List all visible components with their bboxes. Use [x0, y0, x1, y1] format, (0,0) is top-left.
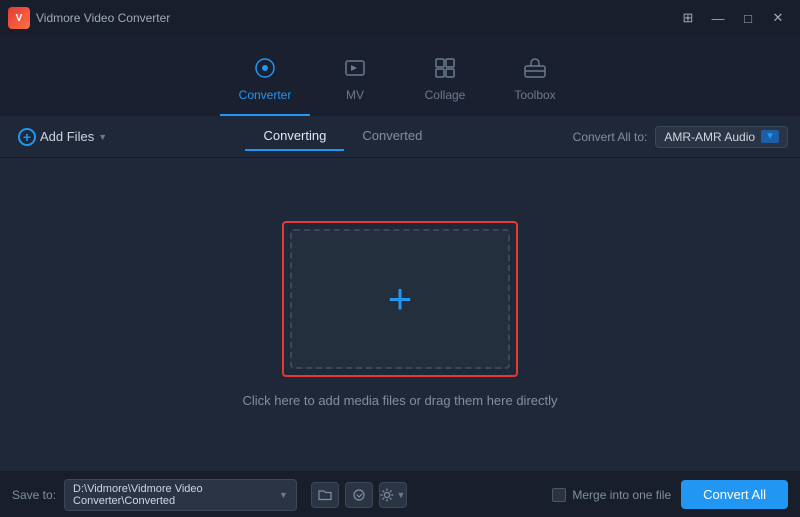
sub-tab-converting-label: Converting	[263, 128, 326, 143]
title-bar: V Vidmore Video Converter ⊞ — □ ✕	[0, 0, 800, 36]
add-files-dropdown-arrow: ▼	[98, 132, 107, 142]
settings-button[interactable]: ▼	[379, 482, 407, 508]
toolbar-center: Converting Converted	[245, 122, 440, 151]
footer: Save to: D:\Vidmore\Vidmore Video Conver…	[0, 471, 800, 517]
nav-tab-converter[interactable]: Converter	[220, 44, 310, 116]
drop-zone-inner[interactable]: +	[290, 229, 510, 369]
convert-all-to-label: Convert All to:	[573, 130, 648, 144]
app-logo: V	[8, 7, 30, 29]
nav-tab-converter-label: Converter	[239, 88, 292, 102]
nav-tab-collage[interactable]: Collage	[400, 44, 490, 116]
merge-checkbox[interactable]	[552, 488, 566, 502]
sub-tab-converted-label: Converted	[362, 128, 422, 143]
converter-icon	[253, 56, 277, 84]
collage-icon	[433, 56, 457, 84]
save-path-text: D:\Vidmore\Vidmore Video Converter\Conve…	[73, 483, 273, 507]
nav-bar: Converter MV Collage	[0, 36, 800, 116]
maximize-button[interactable]: □	[734, 7, 762, 29]
chat-button[interactable]: ⊞	[674, 7, 702, 29]
format-label: AMR-AMR Audio	[664, 130, 755, 144]
merge-label: Merge into one file	[572, 488, 671, 502]
save-path-dropdown-arrow: ▼	[279, 490, 288, 500]
convert-all-button[interactable]: Convert All	[681, 480, 788, 509]
nav-tab-toolbox[interactable]: Toolbox	[490, 44, 580, 116]
toolbar-right: Convert All to: AMR-AMR Audio ▼	[573, 126, 788, 148]
main-content: + Click here to add media files or drag …	[0, 158, 800, 471]
sub-tab-converted[interactable]: Converted	[344, 122, 440, 151]
mv-icon	[343, 56, 367, 84]
save-path-selector[interactable]: D:\Vidmore\Vidmore Video Converter\Conve…	[64, 479, 297, 511]
save-to-label: Save to:	[12, 488, 56, 502]
title-bar-controls: ⊞ — □ ✕	[674, 7, 792, 29]
merge-checkbox-area[interactable]: Merge into one file	[552, 488, 671, 502]
nav-tab-toolbox-label: Toolbox	[514, 88, 555, 102]
add-files-button[interactable]: + Add Files ▼	[12, 124, 113, 150]
preview-button[interactable]	[345, 482, 373, 508]
close-button[interactable]: ✕	[764, 7, 792, 29]
nav-tab-collage-label: Collage	[425, 88, 466, 102]
toolbar-left: + Add Files ▼	[12, 124, 113, 150]
add-files-label: Add Files	[40, 129, 94, 144]
footer-icons: ▼	[311, 482, 407, 508]
format-selector[interactable]: AMR-AMR Audio ▼	[655, 126, 788, 148]
nav-tab-mv-label: MV	[346, 88, 364, 102]
footer-right: Merge into one file Convert All	[552, 480, 788, 509]
format-dropdown-arrow: ▼	[761, 130, 779, 143]
settings-dropdown-arrow: ▼	[396, 490, 405, 500]
drop-zone-outer[interactable]: +	[282, 221, 518, 377]
footer-left: Save to: D:\Vidmore\Vidmore Video Conver…	[12, 479, 407, 511]
title-bar-left: V Vidmore Video Converter	[8, 7, 170, 29]
drop-hint: Click here to add media files or drag th…	[242, 393, 557, 408]
sub-tab-converting[interactable]: Converting	[245, 122, 344, 151]
app-title: Vidmore Video Converter	[36, 11, 170, 25]
add-circle-icon: +	[18, 128, 36, 146]
drop-zone-plus-icon: +	[388, 278, 413, 320]
nav-tab-mv[interactable]: MV	[310, 44, 400, 116]
minimize-button[interactable]: —	[704, 7, 732, 29]
toolbar: + Add Files ▼ Converting Converted Conve…	[0, 116, 800, 158]
toolbox-icon	[523, 56, 547, 84]
folder-button[interactable]	[311, 482, 339, 508]
